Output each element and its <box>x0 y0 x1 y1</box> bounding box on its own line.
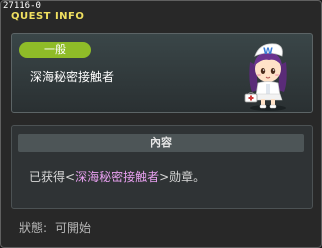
content-text: 已获得<深海秘密接触者>勋章。 <box>29 170 205 184</box>
quest-name: 深海秘密接触者 <box>30 70 115 84</box>
content-header: 內容 <box>18 134 304 152</box>
window-title: QUEST INFO <box>11 11 85 22</box>
window-id: 27116-0 <box>3 1 41 11</box>
status-value: 可開始 <box>55 221 92 235</box>
quest-content-panel: 內容 已获得<深海秘密接触者>勋章。 <box>11 125 313 209</box>
svg-text:W: W <box>263 47 273 57</box>
nurse-npc-portrait-icon: W <box>244 43 287 111</box>
quest-category-badge: 一般 <box>19 42 91 58</box>
content-text-suffix: >勋章。 <box>159 170 206 184</box>
window-titlebar[interactable]: 27116-0 QUEST INFO <box>1 1 321 23</box>
status-label: 狀態: <box>19 221 48 235</box>
quest-info-panel: 一般 深海秘密接触者 W <box>11 33 313 113</box>
quest-status: 狀態: 可開始 <box>19 221 91 235</box>
quest-info-window: 27116-0 QUEST INFO 一般 深海秘密接触者 W 內容 已获得<深… <box>0 0 322 248</box>
content-text-prefix: 已获得< <box>29 170 76 184</box>
medal-name-highlight: 深海秘密接触者 <box>75 170 160 184</box>
